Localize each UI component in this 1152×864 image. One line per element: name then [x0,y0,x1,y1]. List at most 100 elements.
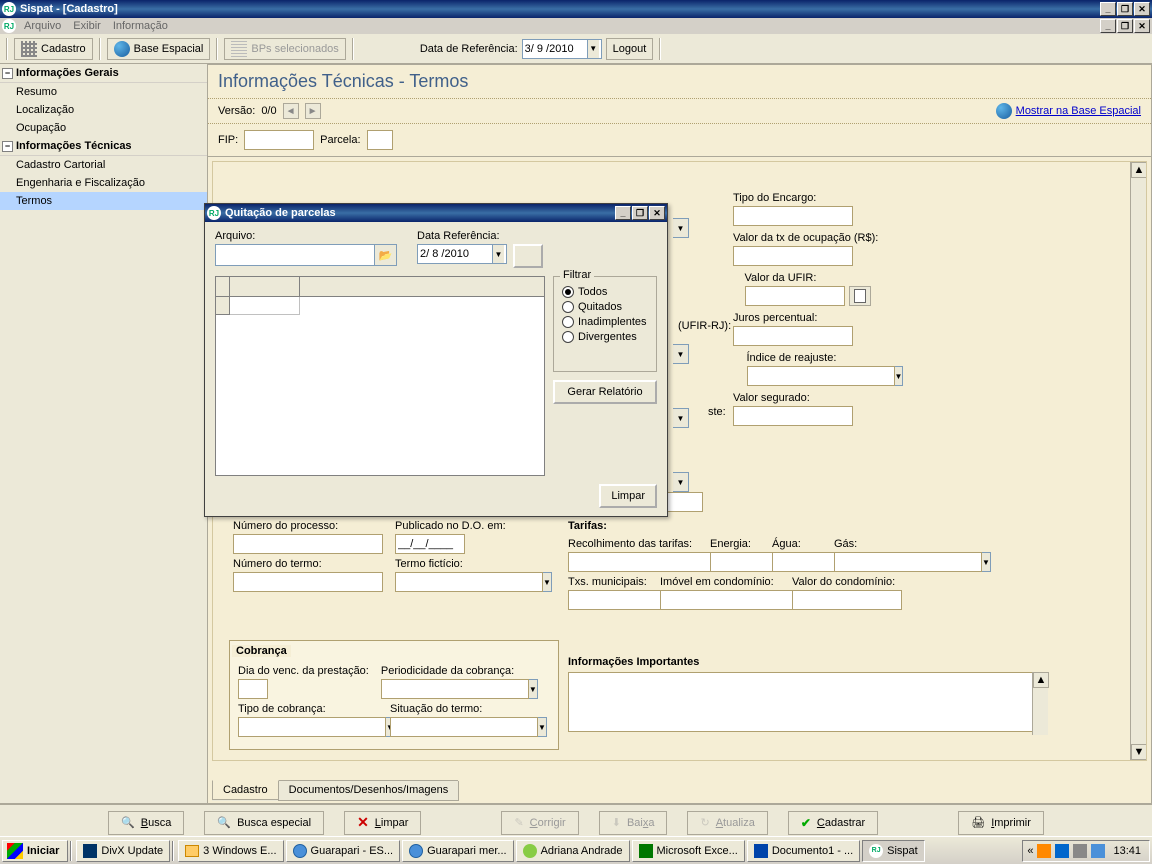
mdi-close-button[interactable]: ✕ [1134,19,1150,33]
atualiza-button[interactable]: ↻ Atualiza [687,811,767,835]
gas-input[interactable] [834,552,982,572]
tipo-encargo-input[interactable] [733,206,853,226]
toolbar-bps-button[interactable]: BPs selecionados [224,38,345,60]
task-word[interactable]: Documento1 - ... [747,840,860,862]
tree-item-termos[interactable]: Termos [0,192,207,210]
mdi-minimize-button[interactable]: _ [1100,19,1116,33]
tray-icon-1[interactable] [1037,844,1051,858]
tipo-cobranca-input[interactable] [238,717,386,737]
scrollbar[interactable]: ▲ ▼ [1130,162,1146,760]
task-sispat[interactable]: RJSispat [862,840,925,862]
gerar-relatorio-button[interactable]: Gerar Relatório [553,380,657,404]
tree-item-engenharia[interactable]: Engenharia e Fiscalização [0,174,207,192]
chevron-down-icon[interactable]: ▼ [538,717,547,737]
tray-icon-2[interactable] [1055,844,1069,858]
limpar-button[interactable]: ✕ Limpar [344,811,421,835]
scroll-down-icon[interactable]: ▼ [1131,744,1147,760]
tab-cadastro[interactable]: Cadastro [212,780,279,800]
numero-termo-input[interactable] [233,572,383,592]
numero-processo-input[interactable] [233,534,383,554]
parcela-input[interactable] [367,130,393,150]
baixa-button[interactable]: ⬇ Baixa [599,811,668,835]
chevron-down-icon[interactable]: ▼ [673,218,689,238]
chevron-down-icon[interactable]: ▼ [982,552,991,572]
indice-reajuste-input[interactable] [747,366,895,386]
logout-button[interactable]: Logout [606,38,654,60]
next-version-button[interactable]: ► [305,103,321,119]
toolbar-base-espacial-button[interactable]: Base Espacial [107,38,211,60]
corrigir-button[interactable]: ✎ Corrigir [501,811,578,835]
radio-todos[interactable]: Todos [562,286,648,298]
prev-version-button[interactable]: ◄ [283,103,299,119]
tray-icon-3[interactable] [1073,844,1087,858]
valor-segurado-input[interactable] [733,406,853,426]
valor-condominio-input[interactable] [792,590,902,610]
dialog-titlebar[interactable]: RJ Quitação de parcelas _ ❐ ✕ [205,204,667,222]
menu-exibir[interactable]: Exibir [73,20,101,32]
dialog-maximize-button[interactable]: ❐ [632,206,648,220]
publicado-do-input[interactable] [395,534,465,554]
start-button[interactable]: Iniciar [2,840,68,862]
valor-tx-input[interactable] [733,246,853,266]
chevron-down-icon[interactable]: ▼ [587,40,599,58]
task-explorer[interactable]: 3 Windows E... [178,840,283,862]
menu-arquivo[interactable]: Arquivo [24,20,61,32]
task-ie-1[interactable]: Guarapari - ES... [286,840,401,862]
imprimir-button[interactable]: 🖨 Imprimir [958,811,1044,835]
arquivo-input[interactable] [215,244,375,266]
maximize-button[interactable]: ❐ [1117,2,1133,16]
dialog-limpar-button[interactable]: Limpar [599,484,657,508]
scroll-up-button[interactable]: ▲ [1033,672,1049,688]
fip-input[interactable] [244,130,314,150]
chevron-down-icon[interactable]: ▼ [529,679,538,699]
tree-section-gerais[interactable]: − Informações Gerais [0,64,207,83]
chevron-down-icon[interactable]: ▼ [895,366,904,386]
juros-input[interactable] [733,326,853,346]
termo-ficticio-input[interactable] [395,572,543,592]
imovel-condominio-input[interactable] [660,590,808,610]
cadastrar-button[interactable]: ✔ Cadastrar [788,811,878,835]
busca-button[interactable]: 🔍 Busca [108,811,184,835]
close-button[interactable]: ✕ [1134,2,1150,16]
map-link[interactable]: Mostrar na Base Espacial [996,103,1141,119]
dialog-minimize-button[interactable]: _ [615,206,631,220]
radio-quitados[interactable]: Quitados [562,301,648,313]
task-msn[interactable]: Adriana Andrade [516,840,630,862]
dialog-grid[interactable] [215,276,545,476]
browse-button[interactable]: 📂 [375,244,397,266]
tray-expand-icon[interactable]: « [1027,845,1033,857]
dia-venc-input[interactable] [238,679,268,699]
periodicidade-input[interactable] [381,679,529,699]
situacao-termo-input[interactable] [390,717,538,737]
chevron-down-icon[interactable]: ▼ [543,572,552,592]
chevron-down-icon[interactable]: ▼ [492,245,504,263]
minimize-button[interactable]: _ [1100,2,1116,16]
menu-informacao[interactable]: Informação [113,20,168,32]
dialog-close-button[interactable]: ✕ [649,206,665,220]
task-excel[interactable]: Microsoft Exce... [632,840,745,862]
tree-item-cadastro-cartorial[interactable]: Cadastro Cartorial [0,156,207,174]
date-ref-input[interactable]: 3/ 9 /2010 ▼ [522,39,602,59]
tab-documentos[interactable]: Documentos/Desenhos/Imagens [278,781,460,801]
tree-section-tecnicas[interactable]: − Informações Técnicas [0,137,207,156]
dialog-date-input[interactable]: 2/ 8 /2010 ▼ [417,244,507,264]
tree-item-resumo[interactable]: Resumo [0,83,207,101]
mdi-maximize-button[interactable]: ❐ [1117,19,1133,33]
chevron-down-icon[interactable]: ▼ [673,408,689,428]
busca-especial-button[interactable]: 🔍 Busca especial [204,811,324,835]
radio-divergentes[interactable]: Divergentes [562,331,648,343]
tree-item-localizacao[interactable]: Localização [0,101,207,119]
scroll-up-icon[interactable]: ▲ [1131,162,1147,178]
valor-ufir-input[interactable] [745,286,845,306]
chevron-down-icon[interactable]: ▼ [673,472,689,492]
toolbar-cadastro-button[interactable]: Cadastro [14,38,93,60]
task-divx[interactable]: DivX Update [76,840,170,862]
recolhimento-input[interactable] [568,552,716,572]
tree-item-ocupacao[interactable]: Ocupação [0,119,207,137]
task-ie-2[interactable]: Guarapari mer... [402,840,513,862]
chevron-down-icon[interactable]: ▼ [673,344,689,364]
tray-icon-4[interactable] [1091,844,1105,858]
radio-inadimplentes[interactable]: Inadimplentes [562,316,648,328]
info-importantes-textarea[interactable] [568,672,1048,732]
dialog-go-button[interactable] [513,244,543,268]
